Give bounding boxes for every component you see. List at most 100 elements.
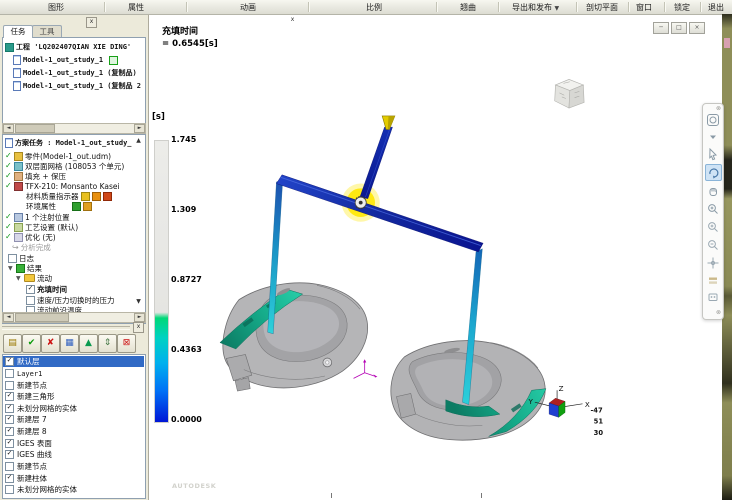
new-layer-button[interactable]: ▤ — [3, 334, 22, 353]
switch-pressure-checkbox[interactable] — [26, 296, 35, 305]
layer-row[interactable]: 未划分网格的实体 — [3, 484, 144, 495]
injection-cone[interactable] — [382, 116, 395, 130]
task-row-environment[interactable]: 环境属性 — [26, 201, 92, 211]
menu-item-properties[interactable]: 属性 — [128, 2, 144, 13]
menu-item-section-plane[interactable]: 剖切平面 — [586, 2, 618, 13]
layer-checkbox[interactable] — [5, 415, 14, 424]
task-row-results[interactable]: ▼ 结果 — [8, 263, 42, 273]
select-tool-button[interactable] — [706, 146, 720, 160]
layer-row[interactable]: 新建三角形 — [3, 391, 144, 402]
layer-row[interactable]: 新建节点 — [3, 461, 144, 472]
study-item-1[interactable]: Model-1_out_study_1 — [13, 55, 143, 65]
toolbar-collapse-icon[interactable]: ⊗ — [716, 310, 721, 316]
scroll-right-button[interactable]: ► — [134, 124, 145, 133]
menu-item-graphics[interactable]: 图形 — [48, 2, 64, 13]
expand-layer-button[interactable]: ⇕ — [98, 334, 117, 353]
menu-item-scale[interactable]: 比例 — [366, 2, 382, 13]
layer-checkbox[interactable] — [5, 439, 14, 448]
view-cube[interactable] — [555, 79, 584, 108]
scroll-left-button[interactable]: ◄ — [3, 124, 14, 133]
task-row-fill-time[interactable]: 充填时间 — [26, 284, 67, 294]
scroll-right-button[interactable]: ► — [134, 313, 145, 322]
layer-row[interactable]: 新建层 7 — [3, 414, 144, 425]
zoom-out-tool-button[interactable] — [706, 237, 720, 251]
study-item-2[interactable]: Model-1_out_study_1 (复制品) — [13, 68, 143, 78]
tree-horizontal-scrollbar[interactable]: ◄ ► — [2, 123, 146, 134]
clipping-box-tool-button[interactable] — [706, 289, 720, 303]
clean-layer-button[interactable]: ⊠ — [117, 334, 136, 353]
task-row-material-quality[interactable]: 材料质量指示器 — [26, 191, 112, 201]
layer-checkbox[interactable] — [5, 427, 14, 436]
layer-checkbox[interactable] — [5, 404, 14, 413]
scroll-thumb[interactable] — [15, 313, 69, 322]
layer-row[interactable]: 新建层 8 — [3, 426, 144, 437]
zoom-in-tool-button[interactable] — [706, 219, 720, 233]
layers-pane-close-button[interactable]: x — [133, 322, 144, 333]
task-row-material[interactable]: ✓ TFX-210: Monsanto Kasei — [5, 181, 120, 191]
scroll-up-button[interactable]: ▲ — [134, 137, 143, 146]
task-row-flow[interactable]: ▼ 流动 — [16, 273, 52, 283]
show-layer-button[interactable]: ▲ — [79, 334, 98, 353]
layer-row[interactable]: Layer1 — [3, 368, 144, 379]
layer-row[interactable]: 未划分网格的实体 — [3, 403, 144, 414]
fill-time-checkbox[interactable] — [26, 285, 35, 294]
expand-arrow-icon[interactable]: ▼ — [16, 275, 22, 282]
menu-item-warp[interactable]: 翘曲 — [460, 2, 476, 13]
tab-tasks[interactable]: 任务 — [3, 25, 33, 38]
task-row-mesh[interactable]: ✓ 双层面网格 (108053 个单元) — [5, 161, 124, 171]
scroll-left-button[interactable]: ◄ — [3, 313, 14, 322]
layer-checkbox[interactable] — [5, 474, 14, 483]
viewport-toolbar-close-button[interactable]: x — [288, 16, 297, 25]
orbit-options-button[interactable] — [706, 129, 720, 143]
log-checkbox[interactable] — [8, 254, 17, 263]
part-left[interactable] — [220, 283, 368, 391]
scroll-down-button[interactable]: ▼ — [134, 298, 143, 307]
menu-item-animation[interactable]: 动画 — [240, 2, 256, 13]
scroll-thumb[interactable] — [15, 124, 55, 133]
study-icon — [13, 68, 21, 78]
layer-row[interactable]: 新建节点 — [3, 380, 144, 391]
task-row-switch-pressure[interactable]: 速度/压力切换时的压力 — [26, 295, 115, 305]
restore-button[interactable]: □ — [671, 22, 687, 34]
project-root[interactable]: 工程 'LQ202407QIAN XIE DING' — [5, 42, 131, 52]
runner-system[interactable] — [276, 127, 483, 252]
layer-row[interactable]: IGES 表面 — [3, 438, 144, 449]
study-item-3[interactable]: Model-1_out_study_1 (复制品 2 — [13, 81, 143, 91]
pan-tool-button[interactable] — [706, 183, 720, 197]
assign-layer-button[interactable]: ▦ — [60, 334, 79, 353]
pane-close-button[interactable]: x — [86, 17, 97, 28]
pane-splitter[interactable] — [2, 326, 130, 330]
model-viewport[interactable]: Z Y X -47 51 30 — [150, 15, 732, 500]
layer-checkbox[interactable] — [5, 369, 14, 378]
layer-checkbox[interactable] — [5, 462, 14, 471]
layer-checkbox[interactable] — [5, 381, 14, 390]
zoom-window-tool-button[interactable] — [706, 201, 720, 215]
layer-checkbox[interactable] — [5, 392, 14, 401]
layer-checkbox[interactable] — [5, 450, 14, 459]
menu-item-window[interactable]: 窗口 — [636, 2, 652, 13]
task-row-sequence[interactable]: ✓ 填充 + 保压 — [5, 171, 66, 181]
menu-item-exit[interactable]: 退出 — [708, 2, 724, 13]
task-row-injection[interactable]: ✓ 1 个注射位置 — [5, 212, 70, 222]
activate-layer-button[interactable]: ✔ — [22, 334, 41, 353]
rotate-tool-button[interactable] — [705, 164, 722, 181]
delete-layer-button[interactable]: ✘ — [41, 334, 60, 353]
tasks-horizontal-scrollbar[interactable]: ◄ ► — [2, 312, 146, 323]
task-row-process[interactable]: ✓ 工艺设置 (默认) — [5, 222, 78, 232]
task-row-log[interactable]: 日志 — [8, 253, 34, 263]
expand-arrow-icon[interactable]: ▼ — [8, 265, 14, 272]
layer-row[interactable]: 默认层 — [3, 356, 144, 367]
layer-row[interactable]: 新建柱体 — [3, 473, 144, 484]
menu-item-lock[interactable]: 锁定 — [674, 2, 690, 13]
task-row-part[interactable]: ✓ 零件(Model-1_out.udm) — [5, 151, 111, 161]
layer-checkbox[interactable] — [5, 357, 14, 366]
layer-checkbox[interactable] — [5, 485, 14, 494]
minimize-button[interactable]: ─ — [653, 22, 669, 34]
menu-item-export-publish[interactable]: 导出和发布 ▼ — [512, 2, 559, 13]
close-button[interactable]: × — [689, 22, 705, 34]
task-row-optimize[interactable]: ✓ 优化 (无) — [5, 232, 56, 242]
measure-tool-button[interactable] — [706, 272, 720, 286]
orbit-tool-button[interactable] — [706, 112, 720, 126]
layer-row[interactable]: IGES 曲线 — [3, 449, 144, 460]
center-view-tool-button[interactable] — [706, 255, 720, 269]
